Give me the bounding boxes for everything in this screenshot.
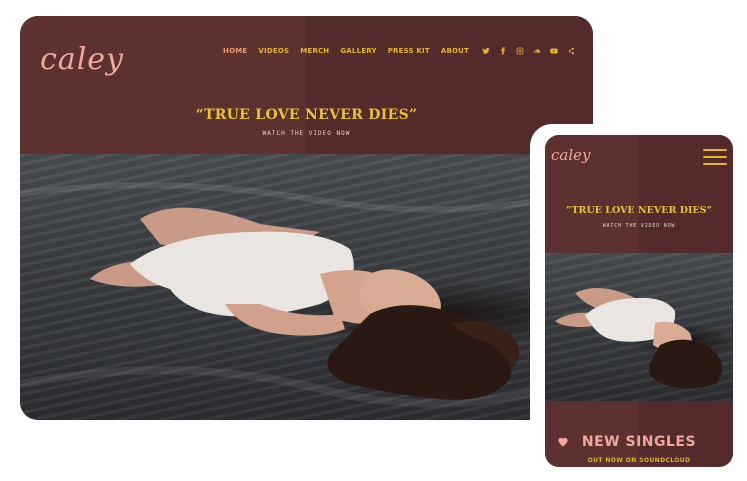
hero-subline[interactable]: WATCH THE VIDEO NOW	[20, 130, 593, 137]
mobile-photo-illustration	[555, 288, 723, 389]
facebook-icon[interactable]	[499, 47, 507, 55]
mobile-header: caley “TRUE LOVE NEVER DIES” WATCH THE V…	[545, 135, 733, 253]
new-singles-subtitle[interactable]: OUT NOW ON SOUNDCLOUD	[545, 457, 733, 464]
new-singles-title: NEW SINGLES	[581, 434, 697, 450]
mobile-hero-photo	[545, 253, 733, 401]
hamburger-menu-icon[interactable]	[703, 149, 727, 165]
main-nav: HOME VIDEOS MERCH GALLERY PRESS KIT ABOU…	[223, 47, 575, 55]
nav-item-about[interactable]: ABOUT	[441, 47, 469, 55]
mobile-mockup: caley “TRUE LOVE NEVER DIES” WATCH THE V…	[545, 135, 733, 467]
hero-photo-illustration	[20, 182, 593, 408]
nav-item-press-kit[interactable]: PRESS KIT	[388, 47, 430, 55]
soundcloud-icon[interactable]	[533, 47, 541, 55]
mobile-logo[interactable]: caley	[551, 146, 591, 164]
hero-photo	[20, 154, 593, 420]
new-singles-section: NEW SINGLES OUT NOW ON SOUNDCLOUD	[545, 401, 733, 467]
desktop-mockup: caley HOME VIDEOS MERCH GALLERY PRESS KI…	[20, 16, 593, 420]
social-links	[482, 47, 575, 55]
nav-item-merch[interactable]: MERCH	[300, 47, 329, 55]
desktop-header: caley HOME VIDEOS MERCH GALLERY PRESS KI…	[20, 16, 593, 154]
site-logo[interactable]: caley	[40, 42, 124, 77]
share-icon[interactable]	[567, 47, 575, 55]
twitter-icon[interactable]	[482, 47, 490, 55]
instagram-icon[interactable]	[516, 47, 524, 55]
nav-item-videos[interactable]: VIDEOS	[258, 47, 289, 55]
nav-item-gallery[interactable]: GALLERY	[340, 47, 376, 55]
nav-item-home[interactable]: HOME	[223, 47, 247, 55]
hero-headline[interactable]: “TRUE LOVE NEVER DIES”	[20, 107, 593, 123]
mobile-hero-subline[interactable]: WATCH THE VIDEO NOW	[545, 223, 733, 229]
mobile-hero-headline[interactable]: “TRUE LOVE NEVER DIES”	[545, 205, 733, 216]
youtube-icon[interactable]	[550, 47, 558, 55]
